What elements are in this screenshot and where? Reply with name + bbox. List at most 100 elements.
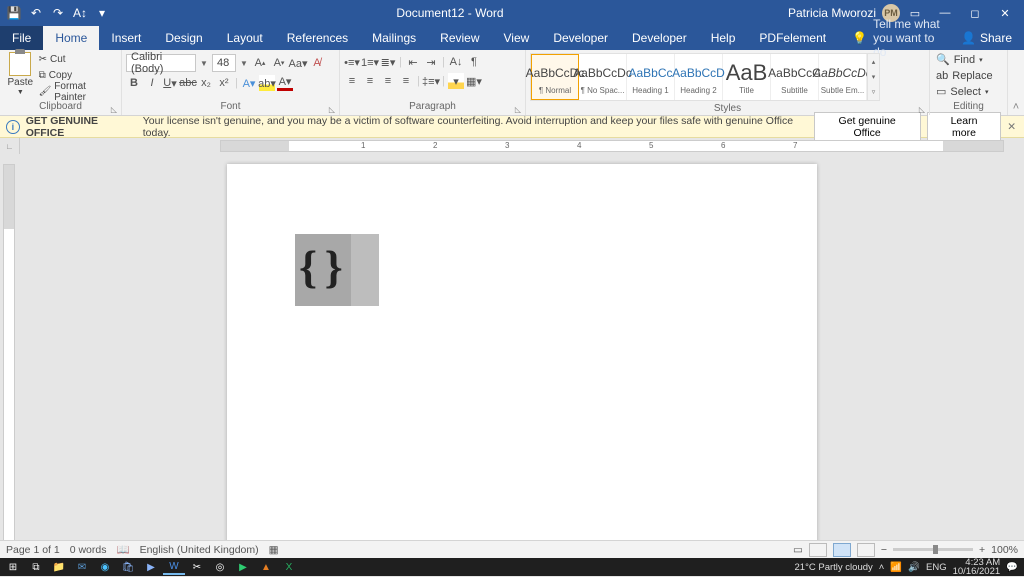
tab-pdfelement[interactable]: PDFelement: [747, 26, 838, 50]
style-subtle-emphasis[interactable]: AaBbCcDcSubtle Em...: [819, 54, 867, 100]
style-heading1[interactable]: AaBbCcHeading 1: [627, 54, 675, 100]
superscript-button[interactable]: x²: [216, 75, 232, 91]
page-indicator[interactable]: Page 1 of 1: [6, 544, 60, 556]
save-button[interactable]: 💾: [4, 3, 24, 23]
zoom-slider[interactable]: [893, 548, 973, 551]
strikethrough-button[interactable]: abc: [180, 75, 196, 91]
spellcheck-icon[interactable]: 📖: [116, 543, 129, 556]
brace-object[interactable]: { }: [295, 234, 379, 306]
tab-design[interactable]: Design: [153, 26, 214, 50]
taskbar-mail[interactable]: ✉: [71, 559, 93, 575]
taskbar-movies[interactable]: ▶: [140, 559, 162, 575]
share-button[interactable]: 👤 Share: [949, 26, 1024, 50]
system-tray[interactable]: 21°C Partly cloudy ˄ 📶 🔊 ENG 4:23 AM 10/…: [795, 558, 1022, 577]
tab-view[interactable]: View: [492, 26, 542, 50]
warning-close-button[interactable]: ✕: [1007, 121, 1016, 133]
underline-button[interactable]: U▾: [162, 75, 178, 91]
read-mode-button[interactable]: [809, 543, 827, 557]
bold-button[interactable]: B: [126, 75, 142, 91]
styles-launcher[interactable]: ◺: [917, 105, 927, 115]
font-size-dd[interactable]: ▼: [239, 59, 249, 68]
taskbar-chrome[interactable]: ◎: [209, 559, 231, 575]
cut-button[interactable]: ✂Cut: [39, 52, 117, 67]
clipboard-launcher[interactable]: ◺: [109, 105, 119, 115]
weather-widget[interactable]: 21°C Partly cloudy: [795, 562, 873, 573]
taskbar-explorer[interactable]: 📁: [48, 559, 70, 575]
select-button[interactable]: ▭Select▾: [936, 84, 993, 99]
sort-button[interactable]: A↓: [448, 54, 464, 70]
taskbar-media[interactable]: ▶: [232, 559, 254, 575]
tray-chevron-icon[interactable]: ˄: [879, 562, 885, 573]
print-layout-button[interactable]: [833, 543, 851, 557]
language-indicator[interactable]: English (United Kingdom): [140, 544, 259, 556]
tell-me-search[interactable]: 💡 Tell me what you want to do: [838, 26, 949, 50]
paragraph-launcher[interactable]: ◺: [513, 105, 523, 115]
tray-clock[interactable]: 4:23 AM 10/16/2021: [953, 558, 1001, 577]
text-effects-button[interactable]: A▾: [241, 75, 257, 91]
justify-button[interactable]: ≡: [398, 73, 414, 89]
borders-button[interactable]: ▦▾: [466, 73, 482, 89]
replace-button[interactable]: abReplace: [936, 68, 993, 83]
style-title[interactable]: AaBTitle: [723, 54, 771, 100]
zoom-out-button[interactable]: −: [881, 544, 887, 556]
tab-review[interactable]: Review: [428, 26, 491, 50]
subscript-button[interactable]: x₂: [198, 75, 214, 91]
change-case-button[interactable]: Aa▾: [290, 55, 306, 71]
taskbar-snip[interactable]: ✂: [186, 559, 208, 575]
numbering-button[interactable]: 1≡▾: [362, 54, 378, 70]
shading-button[interactable]: ▾: [448, 73, 464, 89]
style-heading2[interactable]: AaBbCcDHeading 2: [675, 54, 723, 100]
bullets-button[interactable]: •≡▾: [344, 54, 360, 70]
start-button[interactable]: ⊞: [2, 559, 24, 575]
zoom-in-button[interactable]: +: [979, 544, 985, 556]
horizontal-ruler[interactable]: 1 2 3 4 5 6 7: [220, 138, 1004, 154]
taskbar-vlc[interactable]: ▲: [255, 559, 277, 575]
tab-developer-2[interactable]: Developer: [620, 26, 699, 50]
grow-font-button[interactable]: A▴: [252, 55, 268, 71]
multilevel-button[interactable]: ≣▾: [380, 54, 396, 70]
tab-mailings[interactable]: Mailings: [360, 26, 428, 50]
line-spacing-button[interactable]: ‡≡▾: [423, 73, 439, 89]
style-no-spacing[interactable]: AaBbCcDc¶ No Spac...: [579, 54, 627, 100]
increase-indent-button[interactable]: ⇥: [423, 54, 439, 70]
styles-gallery-more[interactable]: ▴▾▿: [867, 54, 879, 100]
task-view-button[interactable]: ⧉: [25, 559, 47, 575]
find-button[interactable]: 🔍Find▾: [936, 52, 993, 67]
zoom-level[interactable]: 100%: [991, 544, 1018, 556]
tab-developer[interactable]: Developer: [541, 26, 620, 50]
qat-customize-button[interactable]: ▾: [92, 3, 112, 23]
tray-language[interactable]: ENG: [926, 562, 947, 573]
paste-button[interactable]: Paste ▼: [4, 52, 37, 96]
taskbar-excel[interactable]: X: [278, 559, 300, 575]
touch-mode-button[interactable]: A↕: [70, 3, 90, 23]
align-left-button[interactable]: ≡: [344, 73, 360, 89]
style-normal[interactable]: AaBbCcDc¶ Normal: [531, 54, 579, 100]
tab-help[interactable]: Help: [699, 26, 748, 50]
styles-gallery[interactable]: AaBbCcDc¶ Normal AaBbCcDc¶ No Spac... Aa…: [530, 53, 880, 101]
font-launcher[interactable]: ◺: [327, 105, 337, 115]
notifications-icon[interactable]: 💬: [1006, 562, 1018, 573]
tab-home[interactable]: Home: [43, 26, 99, 50]
display-settings-icon[interactable]: ▭: [793, 544, 803, 556]
tab-insert[interactable]: Insert: [99, 26, 153, 50]
collapse-ribbon-button[interactable]: ˄: [1008, 50, 1024, 115]
word-count[interactable]: 0 words: [70, 544, 107, 556]
font-size-select[interactable]: 48: [212, 54, 236, 72]
vertical-ruler[interactable]: [0, 154, 20, 558]
style-subtitle[interactable]: AaBbCcCSubtitle: [771, 54, 819, 100]
taskbar-edge[interactable]: ◉: [94, 559, 116, 575]
get-genuine-button[interactable]: Get genuine Office: [814, 112, 921, 142]
learn-more-button[interactable]: Learn more: [927, 112, 1001, 142]
clear-formatting-button[interactable]: A̸: [309, 55, 325, 71]
taskbar-word[interactable]: W: [163, 559, 185, 575]
macro-icon[interactable]: ▦: [269, 544, 279, 556]
web-layout-button[interactable]: [857, 543, 875, 557]
highlight-button[interactable]: ab▾: [259, 75, 275, 91]
show-marks-button[interactable]: ¶: [466, 54, 482, 70]
tray-volume-icon[interactable]: 🔊: [908, 562, 920, 573]
tray-network-icon[interactable]: 📶: [890, 562, 902, 573]
tab-selector[interactable]: ∟: [0, 138, 20, 154]
close-button[interactable]: ✕: [990, 3, 1020, 23]
taskbar-store[interactable]: 🛍: [117, 559, 139, 575]
maximize-button[interactable]: ◻: [960, 3, 990, 23]
